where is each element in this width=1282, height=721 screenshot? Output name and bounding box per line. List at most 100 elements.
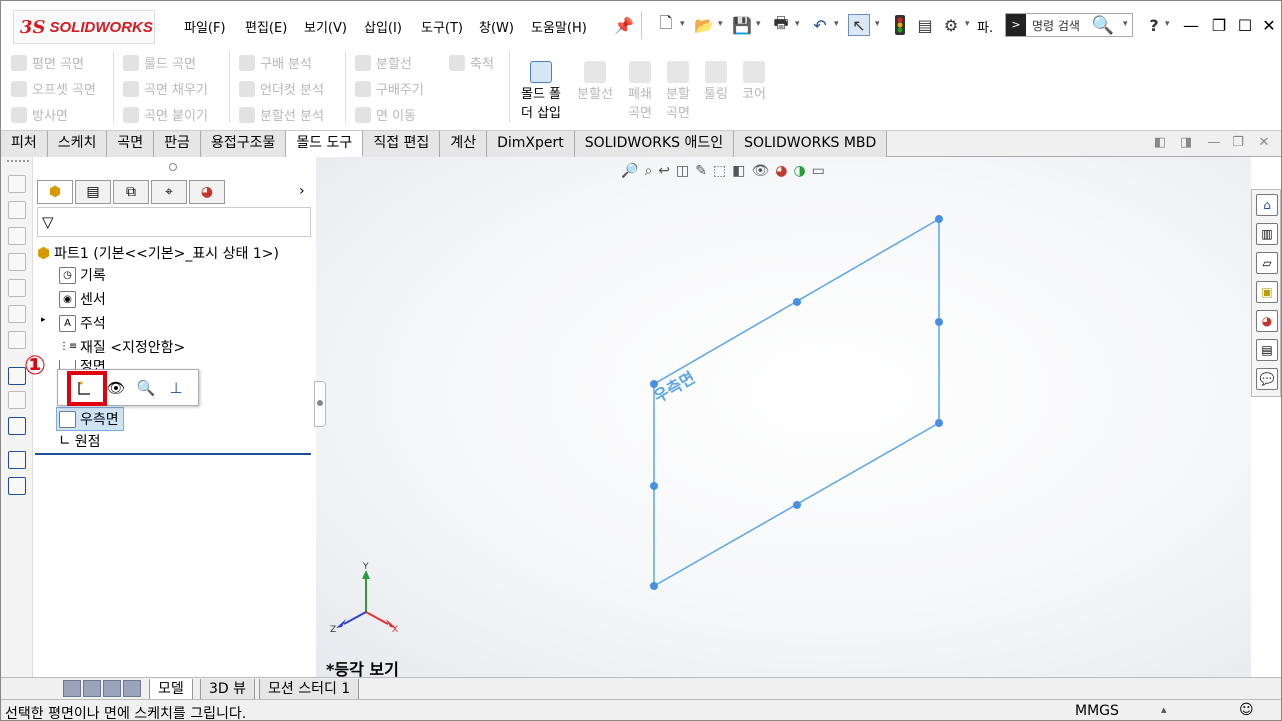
select-cursor-icon[interactable]: ↖ [848,14,870,36]
nav-next-button[interactable] [103,680,121,697]
close-button[interactable]: ✕ [1257,13,1281,37]
tree-item-sensors[interactable]: ◉ 센서 [59,289,106,309]
help-dropdown-caret[interactable]: ▾ [1165,19,1170,29]
open-dropdown-caret[interactable]: ▾ [718,19,723,29]
new-document-icon[interactable]: 🗋 [655,13,677,36]
panel-splitter[interactable] [314,381,326,427]
plane-handle[interactable] [935,318,943,326]
help-icon[interactable]: ? [1143,14,1165,36]
unit-system[interactable]: MMGS [1075,703,1119,719]
hide-show-items-icon[interactable]: 👁 [751,163,769,179]
graphics-area[interactable]: 우측면 Y X Z [316,157,1251,677]
insert-mold-folder-button[interactable]: 몰드 폴 더 삽입 [518,61,564,123]
custom-properties-icon[interactable]: ▤ [1256,339,1278,361]
tab-features[interactable]: 피처 [1,131,48,157]
scale-button[interactable]: 축척 [449,53,494,72]
file-properties-icon[interactable]: ▤ [914,14,936,36]
undo-icon[interactable]: ↶ [809,14,831,36]
maximize-button[interactable]: ☐ [1233,13,1257,37]
print-dropdown-caret[interactable]: ▾ [795,19,800,29]
previous-view-icon[interactable]: ↩ [658,163,670,179]
plane-handle[interactable] [793,501,801,509]
parting-lines-button[interactable]: 분할선 [573,61,617,104]
tab-configuration-manager[interactable]: ⧉ [113,180,149,204]
tab-dimxpert-manager[interactable]: ⌖ [151,180,187,204]
right-plane[interactable]: 우측면 [650,215,943,590]
tab-solidworks-mbd[interactable]: SOLIDWORKS MBD [734,131,888,157]
view-palette-icon[interactable]: ▣ [1256,281,1278,303]
strip-tool-icon[interactable] [8,477,26,495]
tab-model[interactable]: 모델 [149,679,193,700]
solidworks-logo[interactable]: 3S SOLIDWORKS [13,10,155,44]
menu-help[interactable]: 도움말(H) [531,17,587,36]
nav-prev-button[interactable] [83,680,101,697]
right-plane-outline[interactable] [653,217,940,588]
section-view-icon[interactable]: ◫ [676,163,689,179]
plane-handle[interactable] [935,419,943,427]
chevron-right-icon[interactable]: › [299,183,305,199]
doc-restore-icon[interactable]: ❐ [1229,135,1247,153]
plane-handle[interactable] [935,215,943,223]
draft-button[interactable]: 구배주기 [355,79,424,98]
strip-tool-icon[interactable] [8,417,26,435]
apply-scene-icon[interactable]: ◑ [793,163,805,179]
tab-property-manager[interactable]: ▤ [75,180,111,204]
save-dropdown-caret[interactable]: ▾ [756,19,761,29]
strip-tool-icon[interactable] [8,279,26,297]
tooling-split-button[interactable]: 툴링 [699,61,733,104]
strip-tool-icon[interactable] [8,451,26,469]
save-icon[interactable]: 💾 [731,14,753,36]
restore-button[interactable]: ❐ [1207,13,1231,37]
rollback-bar[interactable] [35,453,311,455]
show-hide-eye-icon[interactable]: 👁 [104,376,128,400]
expand-arrow-icon[interactable]: ▸ [41,315,46,325]
unit-dropdown-caret[interactable]: ▴ [1161,703,1167,716]
strip-tool-icon[interactable] [8,331,26,349]
tab-weldments[interactable]: 용접구조물 [200,131,287,157]
search-icon[interactable]: 🔍 [1092,14,1114,36]
tab-surfaces[interactable]: 곡면 [107,131,155,157]
strip-tool-icon[interactable] [8,201,26,219]
display-style-icon[interactable]: ◧ [732,163,745,179]
strip-grip[interactable] [7,160,29,162]
file-explorer-icon[interactable]: ▱ [1256,252,1278,274]
tree-root-part[interactable]: ⬢ 파트1 (기본<<기본>_표시 상태 1>) [37,243,279,263]
strip-tool-icon[interactable] [8,227,26,245]
core-button[interactable]: 코어 [737,61,771,104]
zoom-to-fit-icon[interactable]: 🔎 [621,163,638,179]
menu-window[interactable]: 창(W) [479,17,514,36]
zoom-to-area-icon[interactable]: ⌕ [644,163,652,179]
tab-display-manager[interactable]: ◕ [189,180,225,204]
parting-line-analysis-button[interactable]: 분할선 분석 [239,105,324,124]
print-icon[interactable]: 🖶 [770,13,792,36]
pin-icon[interactable]: 📌 [613,14,635,36]
options-dropdown-caret[interactable]: ▾ [965,19,970,29]
dynamic-annotation-icon[interactable]: ✎ [695,163,707,179]
offset-surface-button[interactable]: 오프셋 곡면 [11,79,96,98]
rebuild-traffic-light-icon[interactable] [889,14,911,36]
normal-to-icon[interactable]: ⊥ [164,376,188,400]
parting-surface-button[interactable]: 분할 곡면 [661,61,695,123]
filled-surface-button[interactable]: 곡면 채우기 [123,79,208,98]
feedback-icon[interactable]: ☺ [1239,702,1254,718]
tab-mold-tools[interactable]: 몰드 도구 [286,131,364,157]
tab-sketch[interactable]: 스케치 [47,131,108,157]
tree-item-origin[interactable]: ∟ 원점 [59,431,101,451]
plane-handle[interactable] [650,582,658,590]
select-dropdown-caret[interactable]: ▾ [875,19,880,29]
menu-view[interactable]: 보기(V) [304,17,347,36]
forum-icon[interactable]: 💬 [1256,368,1278,390]
tab-featuremanager-tree[interactable]: ⬢ [37,180,73,204]
move-face-button[interactable]: 면 이동 [355,105,416,124]
menu-file[interactable]: 파일(F) [184,17,226,36]
tab-3d-views[interactable]: 3D 뷰 [200,679,256,700]
knit-surface-button[interactable]: 곡면 붙이기 [123,105,208,124]
tab-direct-editing[interactable]: 직접 편집 [363,131,441,157]
tab-sheet-metal[interactable]: 판금 [154,131,201,157]
truncated-toolbar-label[interactable]: 파. [977,17,993,36]
appearances-icon[interactable]: ◕ [1256,310,1278,332]
zoom-to-selection-icon[interactable]: 🔍 [134,376,158,400]
edit-appearance-icon[interactable]: ◕ [775,163,787,179]
strip-tool-icon[interactable] [8,305,26,323]
tab-evaluate[interactable]: 계산 [440,131,488,157]
